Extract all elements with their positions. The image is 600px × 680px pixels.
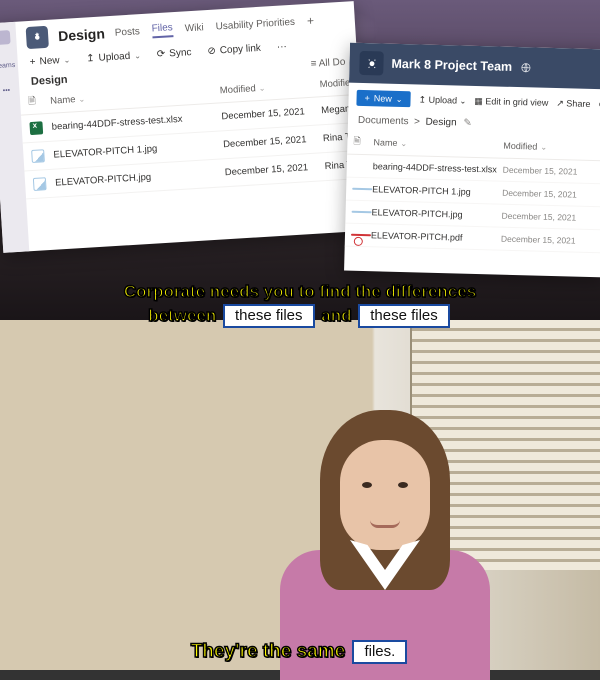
upload-button[interactable]: ↥ Upload ⌄	[86, 50, 141, 64]
site-avatar-icon	[359, 51, 384, 76]
team-avatar-icon	[26, 26, 49, 49]
col-modified[interactable]: Modified⌄	[220, 79, 320, 96]
more-icon[interactable]: •••	[3, 87, 11, 94]
pdf-file-icon	[351, 234, 371, 237]
file-modified: December 15, 2021	[225, 161, 325, 178]
file-name: ELEVATOR-PITCH.jpg	[371, 207, 501, 220]
file-type-icon: 🗎	[28, 93, 51, 110]
col-name[interactable]: Name⌄	[50, 85, 220, 106]
new-button[interactable]: + New ⌄	[29, 54, 70, 67]
file-name: ELEVATOR-PITCH.jpg	[55, 167, 225, 188]
public-group-icon	[520, 62, 531, 73]
caption-line1: Corporate needs you to find the differen…	[124, 282, 476, 301]
sp-new-button[interactable]: + New ⌄	[356, 90, 410, 107]
jpg-file-icon	[31, 149, 45, 163]
caption-between: between	[148, 306, 216, 325]
sharepoint-library-panel: Mark 8 Project Team + New ⌄ ↥ Upload ⌄ ▦…	[344, 43, 600, 278]
sp-upload-button[interactable]: ↥ Upload ⌄	[418, 94, 466, 106]
caption-top: Corporate needs you to find the differen…	[0, 282, 600, 328]
tab-files[interactable]: Files	[151, 22, 173, 38]
teams-rail-label: Teams	[0, 62, 15, 70]
caption-bottom: They're the same files.	[0, 640, 600, 664]
add-tab-icon[interactable]: +	[307, 14, 315, 28]
sp-share-button[interactable]: ↗ Share	[556, 98, 590, 110]
chip-these-files-left: these files	[223, 304, 315, 328]
sp-grid-button[interactable]: ▦ Edit in grid view	[474, 95, 548, 108]
chip-files: files.	[352, 640, 407, 664]
meme-bottom-frame	[0, 320, 600, 670]
file-modified: December 15, 2021	[503, 165, 593, 177]
jpg-file-icon	[33, 177, 47, 191]
view-toggle[interactable]: ≡ All Do	[310, 57, 345, 71]
channel-title: Design	[58, 25, 106, 44]
file-name: ELEVATOR-PITCH.pdf	[371, 230, 501, 243]
file-modified: December 15, 2021	[501, 211, 591, 223]
file-name: ELEVATOR-PITCH 1.jpg	[372, 184, 502, 197]
sp-col-name[interactable]: Name⌄	[373, 137, 503, 150]
copy-link-button[interactable]: ⊘ Copy link	[207, 43, 261, 57]
file-name: bearing-44DDF-stress-test.xlsx	[51, 111, 221, 132]
breadcrumb-root[interactable]: Documents	[358, 115, 409, 127]
file-type-icon: 🗎	[353, 134, 373, 151]
file-name: bearing-44DDF-stress-test.xlsx	[373, 161, 503, 174]
file-name: ELEVATOR-PITCH 1.jpg	[53, 139, 223, 160]
sp-col-modified[interactable]: Modified⌄	[503, 141, 593, 153]
file-modified: December 15, 2021	[223, 133, 323, 150]
tab-usability[interactable]: Usability Priorities	[215, 16, 295, 32]
site-title: Mark 8 Project Team	[391, 57, 512, 74]
sync-button[interactable]: ⟳ Sync	[157, 47, 192, 60]
file-modified: December 15, 2021	[221, 105, 321, 122]
xlsx-file-icon	[353, 166, 373, 167]
section-title: Design	[31, 74, 68, 88]
teams-rail-icon[interactable]	[0, 30, 11, 45]
file-modified: December 15, 2021	[501, 234, 591, 246]
tab-posts[interactable]: Posts	[114, 26, 140, 39]
jpg-file-icon	[352, 188, 372, 191]
breadcrumb-current: Design	[425, 117, 456, 129]
more-commands[interactable]: ···	[277, 41, 288, 53]
person-pam	[270, 410, 480, 670]
chip-these-files-right: these files	[358, 304, 450, 328]
teams-files-panel: Teams ••• Design Posts Files Wiki Usabil…	[0, 1, 368, 253]
tab-wiki[interactable]: Wiki	[184, 22, 204, 34]
caption-and: and	[321, 306, 351, 325]
caption-same: They're the same	[191, 641, 345, 662]
xlsx-file-icon	[29, 121, 43, 135]
file-modified: December 15, 2021	[502, 188, 592, 200]
jpg-file-icon	[352, 211, 372, 214]
edit-icon[interactable]: ✎	[463, 118, 472, 129]
